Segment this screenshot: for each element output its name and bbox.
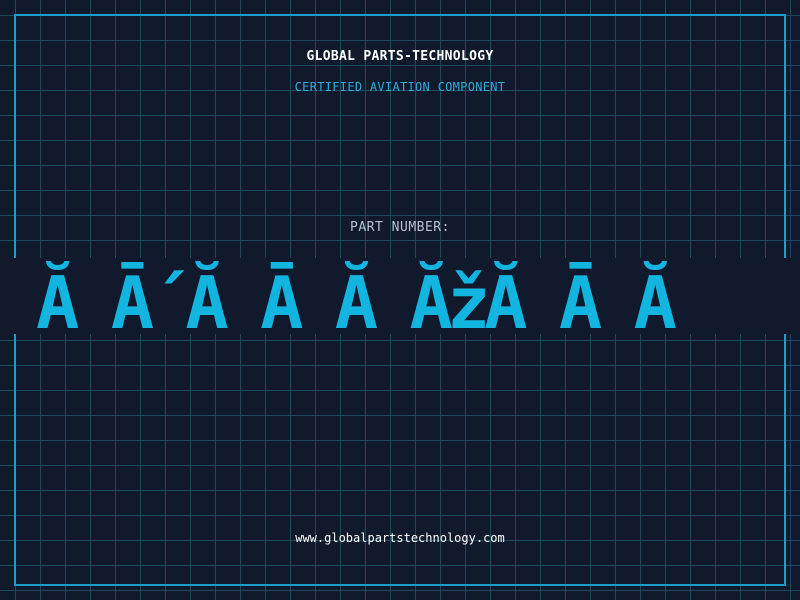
part-number-value: Ă Ā´Ă Ā Ă ĂžĂ Ā Ă xyxy=(36,261,677,334)
part-number-band: Ă Ā´Ă Ā Ă ĂžĂ Ā Ă xyxy=(0,258,800,334)
part-number-label: PART NUMBER: xyxy=(350,220,450,235)
website-link[interactable]: www.globalpartstechnology.com xyxy=(0,531,800,545)
brand-title: GLOBAL PARTS-TECHNOLOGY xyxy=(306,49,494,64)
brand-subtitle: CERTIFIED AVIATION COMPONENT xyxy=(294,80,506,94)
